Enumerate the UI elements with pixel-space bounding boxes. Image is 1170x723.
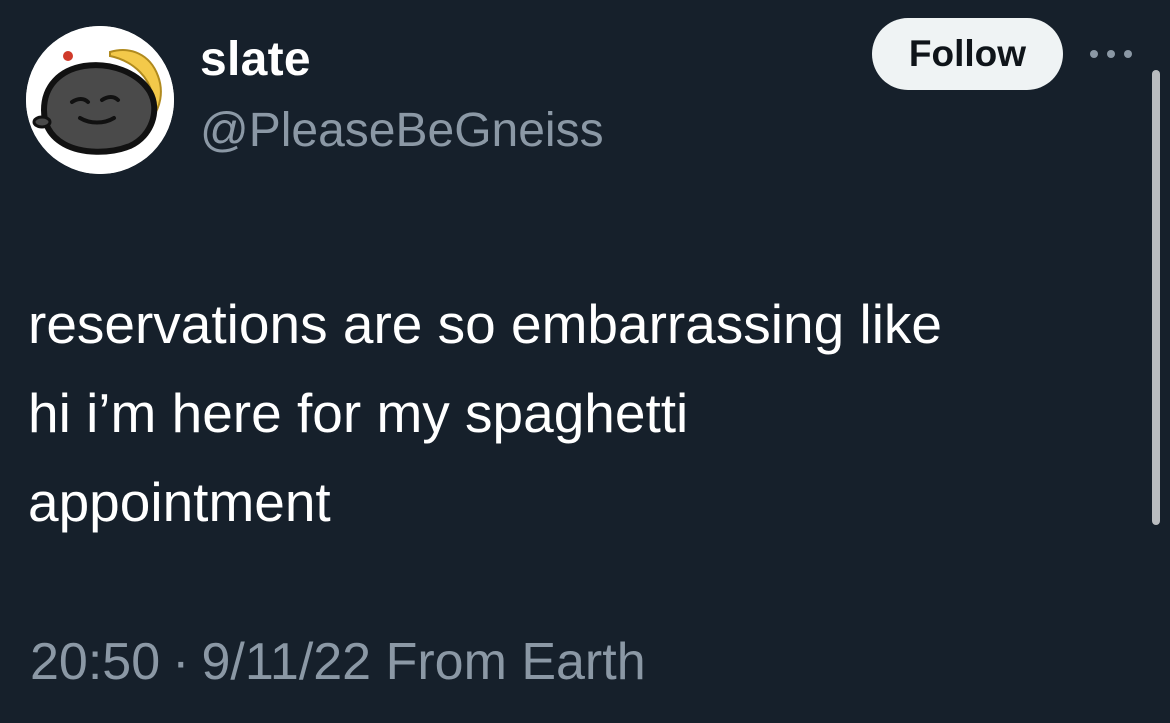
tweet-card: slate @PleaseBeGneiss Follow reservation… xyxy=(0,0,1170,723)
tweet-date[interactable]: 9/11/22 xyxy=(201,633,371,691)
more-options-button[interactable] xyxy=(1088,34,1134,74)
tweet-metadata: 20:50 · 9/11/22 From Earth xyxy=(30,626,646,698)
tweet-text: reservations are so embarrassing like hi… xyxy=(28,293,942,533)
scrollbar[interactable] xyxy=(1152,70,1160,525)
more-horizontal-icon xyxy=(1090,50,1132,58)
follow-button[interactable]: Follow xyxy=(872,18,1063,90)
tweet-source: From Earth xyxy=(385,633,646,691)
tweet-time[interactable]: 20:50 xyxy=(30,633,160,691)
meta-separator: · xyxy=(172,633,190,691)
rock-avatar-icon xyxy=(26,26,174,174)
display-name[interactable]: slate xyxy=(200,30,311,90)
user-handle[interactable]: @PleaseBeGneiss xyxy=(200,100,604,162)
avatar[interactable] xyxy=(26,26,174,174)
